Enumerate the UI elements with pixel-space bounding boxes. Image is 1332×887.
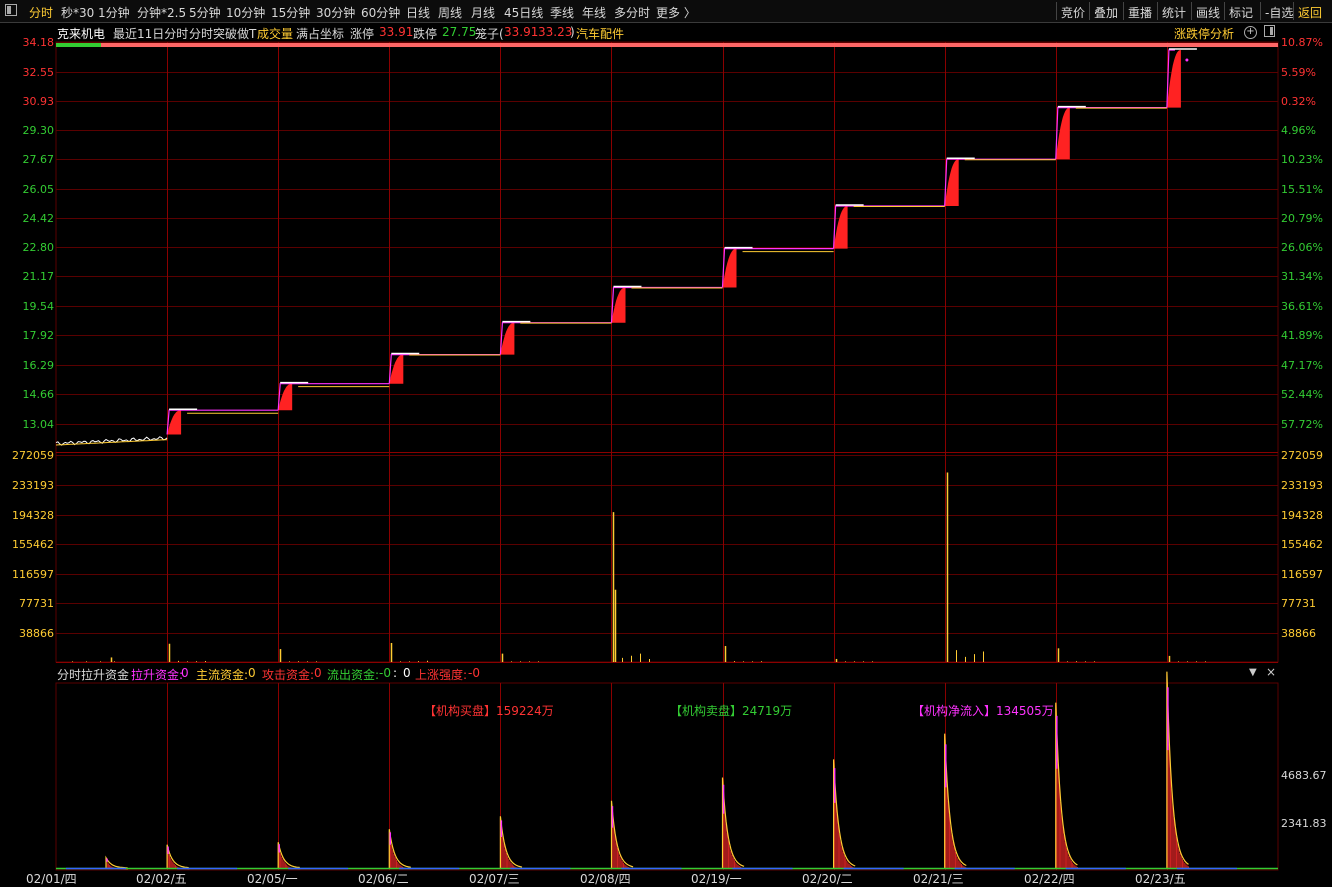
price-line (277, 383, 390, 411)
price-tick: 34.18 (22, 36, 55, 49)
indicator-axis-high: 4683.67 (1281, 769, 1327, 782)
price-line (610, 286, 723, 323)
percent-tick: 52.44% (1281, 388, 1323, 401)
date-label: 02/20/二 (802, 872, 853, 886)
price-tick: 29.30 (22, 124, 55, 137)
date-label: 02/06/二 (358, 872, 409, 886)
date-label: 02/01/四 (26, 872, 77, 886)
volume-tick: 38866 (19, 627, 54, 640)
indicator-bars (277, 844, 301, 870)
indicator-title[interactable]: 分时拉升资金 (57, 666, 129, 683)
date-label: 02/22/四 (1024, 872, 1075, 886)
percent-tick: 4.96% (1281, 124, 1316, 137)
percent-tick: 26.06% (1281, 241, 1323, 254)
volume-tick: 155462 (1281, 538, 1323, 551)
volume-tick: 155462 (12, 538, 54, 551)
percent-tick: 0.32% (1281, 95, 1316, 108)
indicator-item-label: : (393, 666, 398, 680)
indicator-axis-low: 2341.83 (1281, 817, 1327, 830)
indicator-bars (388, 831, 412, 870)
price-tick: 26.05 (22, 183, 55, 196)
volume-tick: 233193 (12, 479, 54, 492)
percent-tick: 47.17% (1281, 359, 1323, 372)
indicator-item-label: 上涨强度: (415, 668, 468, 682)
price-tick: 21.17 (22, 270, 55, 283)
indicator-panel-frame (55, 682, 1279, 871)
indicator-item-value: -0 (379, 666, 391, 680)
dropdown-icon[interactable]: ▼ (1249, 667, 1257, 678)
price-point (1185, 58, 1189, 62)
institution-net-inflow: 【机构净流入】134505万 (912, 704, 1054, 718)
price-line (1055, 107, 1167, 160)
volume-tick: 272059 (12, 449, 54, 462)
percent-tick: 15.51% (1281, 183, 1323, 196)
percent-tick: 5.59% (1281, 66, 1316, 79)
price-tick: 19.54 (22, 300, 55, 313)
percent-tick: 31.34% (1281, 270, 1323, 283)
date-label: 02/21/三 (913, 872, 964, 886)
indicator-item-value: 0 (403, 666, 411, 680)
price-tick: 24.42 (22, 212, 55, 225)
institution-buy: 【机构买盘】159224万 (424, 704, 554, 718)
volume-tick: 194328 (1281, 509, 1323, 522)
indicator-item-label: 流出资金: (327, 668, 380, 682)
price-tick: 30.93 (22, 95, 55, 108)
percent-tick: 36.61% (1281, 300, 1323, 313)
price-tick: 32.55 (22, 66, 55, 79)
volume-tick: 116597 (12, 568, 54, 581)
percent-tick: 10.87% (1281, 36, 1323, 49)
price-line (944, 158, 1056, 207)
limit-band-green (56, 43, 101, 47)
indicator-item-label: 攻击资金: (262, 668, 315, 682)
indicator-item-value: 0 (248, 666, 256, 680)
date-label: 02/19/一 (691, 872, 742, 886)
percent-tick: 20.79% (1281, 212, 1323, 225)
volume-tick: 272059 (1281, 449, 1323, 462)
chart-canvas[interactable] (0, 0, 1332, 886)
close-icon[interactable]: × (1266, 665, 1276, 679)
price-tick: 13.04 (22, 418, 55, 431)
price-line (388, 354, 501, 384)
date-label: 02/23/五 (1135, 872, 1186, 886)
price-tick: 22.80 (22, 241, 55, 254)
price-tick: 14.66 (22, 388, 55, 401)
price-line (166, 409, 279, 435)
limit-up-band (56, 43, 1278, 47)
indicator-item-value: 0 (314, 666, 322, 680)
indicator-item-label: 拉升资金: (131, 668, 184, 682)
indicator-item-value: 0 (181, 666, 189, 680)
volume-tick: 116597 (1281, 568, 1323, 581)
price-line (721, 248, 834, 288)
date-label: 02/05/一 (247, 872, 298, 886)
percent-tick: 41.89% (1281, 329, 1323, 342)
volume-tick: 194328 (12, 509, 54, 522)
price-line (833, 205, 945, 249)
percent-tick: 10.23% (1281, 153, 1323, 166)
percent-tick: 57.72% (1281, 418, 1323, 431)
volume-tick: 77731 (19, 597, 54, 610)
indicator-item-value: -0 (468, 666, 480, 680)
date-label: 02/02/五 (136, 872, 187, 886)
indicator-bars (166, 846, 190, 870)
price-tick: 27.67 (22, 153, 55, 166)
price-line (499, 322, 612, 355)
volume-tick: 38866 (1281, 627, 1316, 640)
price-tick: 17.92 (22, 329, 55, 342)
price-panel-frame (55, 41, 1279, 663)
date-label: 02/07/三 (469, 872, 520, 886)
volume-tick: 233193 (1281, 479, 1323, 492)
indicator-item-label: 主流资金: (196, 668, 249, 682)
date-label: 02/08/四 (580, 872, 631, 886)
institution-sell: 【机构卖盘】24719万 (670, 704, 793, 718)
price-tick: 16.29 (22, 359, 55, 372)
volume-tick: 77731 (1281, 597, 1316, 610)
